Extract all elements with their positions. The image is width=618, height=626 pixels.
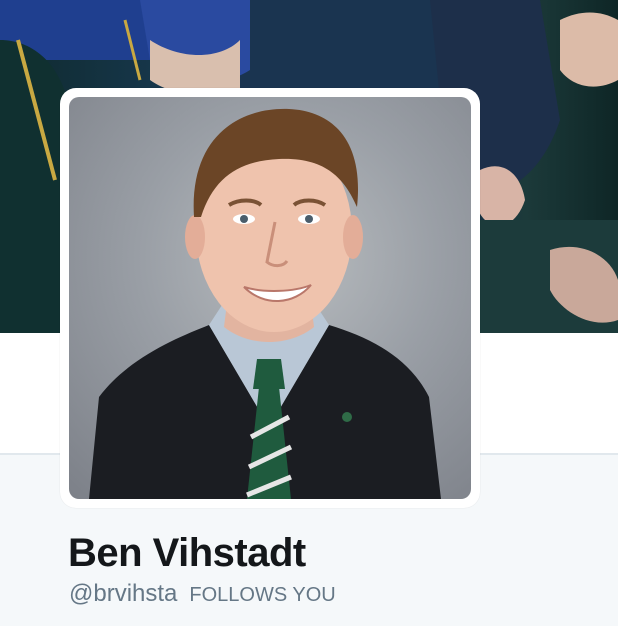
profile-name[interactable]: Ben Vihstadt bbox=[68, 531, 306, 576]
avatar-photo bbox=[69, 97, 471, 499]
follows-you-badge: FOLLOWS YOU bbox=[189, 584, 336, 606]
profile-handle[interactable]: @brvihsta bbox=[69, 580, 177, 608]
profile-handle-row: @brvihsta FOLLOWS YOU bbox=[69, 580, 336, 608]
profile-avatar[interactable] bbox=[60, 88, 480, 508]
